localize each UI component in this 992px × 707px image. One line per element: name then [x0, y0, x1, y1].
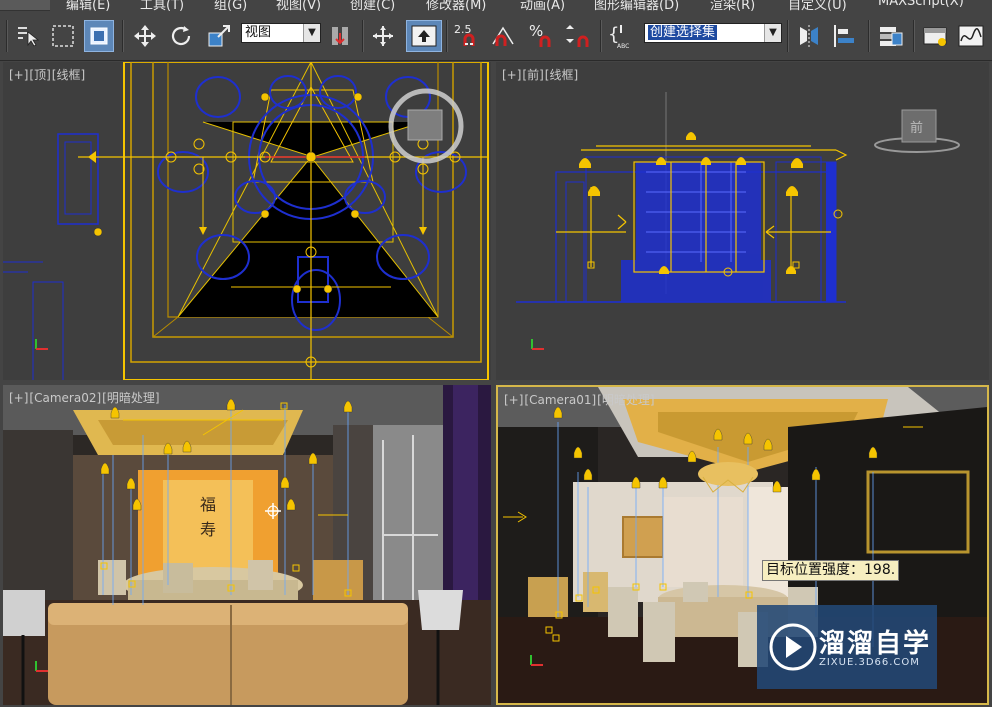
- menu-rendering[interactable]: 渲染(R): [710, 0, 755, 12]
- select-and-manipulate-icon[interactable]: [368, 20, 398, 52]
- chevron-down-icon: ▼: [303, 24, 320, 42]
- svg-text:ABC: ABC: [617, 43, 629, 50]
- curve-editor-icon[interactable]: [956, 20, 986, 52]
- parameter-tooltip: 目标位置强度：198.: [762, 560, 900, 581]
- mirror-icon[interactable]: [794, 20, 824, 52]
- viewport-label-camera02[interactable]: [+][Camera02][明暗处理]: [9, 389, 161, 406]
- watermark-url: ZIXUE.3D66.COM: [819, 657, 920, 668]
- viewport-top[interactable]: [+][顶][线框]: [3, 62, 491, 380]
- viewport-shading-mode[interactable]: [明暗处理]: [102, 391, 159, 405]
- use-pivot-center-icon[interactable]: [325, 20, 355, 52]
- camera02-render: 福 寿: [3, 385, 491, 705]
- svg-text:{: {: [608, 24, 619, 45]
- window-crossing-icon[interactable]: [84, 20, 114, 52]
- toggle-ribbon-icon[interactable]: [920, 20, 950, 52]
- viewport-label-top[interactable]: [+][顶][线框]: [9, 66, 86, 83]
- viewport-front[interactable]: 前 [+][前][线框]: [496, 62, 989, 380]
- viewport-point-of-view[interactable]: [前]: [522, 68, 543, 82]
- reference-coordinate-dropdown[interactable]: 视图 ▼: [241, 23, 321, 43]
- menu-bar: 编辑(E) 工具(T) 组(G) 视图(V) 创建(C) 修改器(M) 动画(A…: [0, 0, 992, 12]
- svg-text:福: 福: [200, 495, 216, 514]
- viewport-menu-plus[interactable]: [+]: [502, 68, 521, 82]
- menu-group[interactable]: 组(G): [214, 0, 247, 12]
- rect-selection-region-icon[interactable]: [48, 20, 78, 52]
- snaps-toggle-icon[interactable]: 2.5: [452, 20, 482, 52]
- align-icon[interactable]: [830, 20, 860, 52]
- menu-create[interactable]: 创建(C): [350, 0, 395, 12]
- reference-coordinate-value: 视图: [245, 25, 272, 40]
- angle-snap-icon[interactable]: [488, 20, 518, 52]
- viewport-menu-plus[interactable]: [+]: [9, 68, 28, 82]
- menu-modifiers[interactable]: 修改器(M): [426, 0, 486, 12]
- select-and-scale-icon[interactable]: [204, 20, 234, 52]
- menu-views[interactable]: 视图(V): [276, 0, 321, 12]
- select-and-rotate-icon[interactable]: [166, 20, 196, 52]
- named-selection-sets-value: 创建选择集: [648, 25, 718, 40]
- viewport-point-of-view[interactable]: [Camera02]: [29, 391, 101, 405]
- select-and-move-icon[interactable]: [130, 20, 160, 52]
- viewport-point-of-view[interactable]: [Camera01]: [524, 393, 596, 407]
- main-toolbar: 视图 ▼ 2.5 % {ABC 创建选择集 ▼: [0, 12, 992, 61]
- viewport-label-front[interactable]: [+][前][线框]: [502, 66, 579, 83]
- viewcube-front-label[interactable]: 前: [910, 120, 923, 136]
- keyboard-shortcut-override-icon[interactable]: [406, 20, 442, 52]
- top-view-wireframe: [3, 62, 489, 380]
- viewport-shading-mode[interactable]: [明暗处理]: [597, 393, 654, 407]
- spinner-snap-icon[interactable]: [562, 20, 592, 52]
- menu-maxscript[interactable]: MAXScript(X): [878, 0, 964, 9]
- select-object-icon[interactable]: [12, 20, 42, 52]
- menu-tools[interactable]: 工具(T): [140, 0, 184, 12]
- viewport-point-of-view[interactable]: [顶]: [29, 68, 50, 82]
- chevron-down-icon: ▼: [764, 24, 781, 42]
- viewport-shading-mode[interactable]: [线框]: [545, 68, 578, 82]
- app-menu-tab[interactable]: [0, 0, 50, 11]
- viewport-menu-plus[interactable]: [+]: [504, 393, 523, 407]
- viewport-menu-plus[interactable]: [+]: [9, 391, 28, 405]
- watermark-badge: 溜溜自学 ZIXUE.3D66.COM: [757, 605, 937, 689]
- viewport-camera02[interactable]: 福 寿 [+][Camera02][明暗处理]: [3, 385, 491, 705]
- play-logo-icon: [769, 623, 817, 671]
- svg-text:寿: 寿: [200, 520, 216, 539]
- menu-graph-editors[interactable]: 图形编辑器(D): [594, 0, 679, 12]
- watermark-title: 溜溜自学: [819, 629, 932, 659]
- menu-animation[interactable]: 动画(A): [520, 0, 565, 12]
- front-view-wireframe: 前: [516, 92, 960, 350]
- menu-edit[interactable]: 编辑(E): [66, 0, 110, 12]
- percent-snap-icon[interactable]: %: [526, 20, 556, 52]
- viewport-shading-mode[interactable]: [线框]: [52, 68, 85, 82]
- menu-customize[interactable]: 自定义(U): [788, 0, 847, 12]
- edit-named-selection-icon[interactable]: {ABC: [606, 20, 636, 52]
- named-selection-sets-dropdown[interactable]: 创建选择集 ▼: [644, 23, 782, 43]
- layer-manager-icon[interactable]: [876, 20, 906, 52]
- viewport-label-camera01[interactable]: [+][Camera01][明暗处理]: [504, 391, 656, 408]
